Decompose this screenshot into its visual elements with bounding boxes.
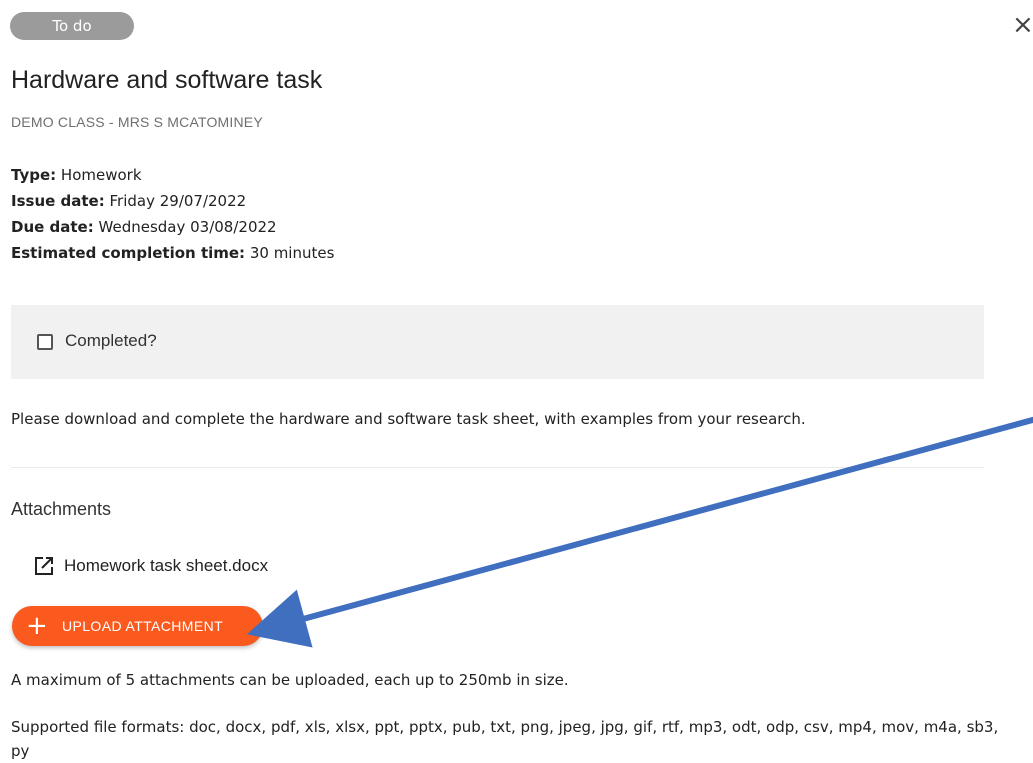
meta-due-date: Due date: Wednesday 03/08/2022 (11, 214, 334, 240)
meta-issue-date-label: Issue date: (11, 192, 105, 210)
meta-issue-date-value: Friday 29/07/2022 (109, 192, 247, 210)
divider (11, 467, 984, 468)
attachments-heading: Attachments (11, 499, 112, 519)
attachment-link[interactable]: Homework task sheet.docx (33, 555, 268, 577)
upload-attachment-label: UPLOAD ATTACHMENT (62, 618, 224, 634)
task-title: Hardware and software task (11, 66, 323, 94)
plus-icon: + (26, 611, 48, 641)
class-name: DEMO CLASS - MRS S MCATOMINEY (11, 114, 263, 130)
meta-issue-date: Issue date: Friday 29/07/2022 (11, 188, 334, 214)
meta-type-value: Homework (60, 166, 142, 184)
close-button[interactable]: × (1012, 12, 1033, 38)
external-link-icon (33, 555, 55, 577)
status-badge: To do (10, 12, 134, 40)
upload-attachment-button[interactable]: + UPLOAD ATTACHMENT (12, 606, 263, 646)
meta-type: Type: Homework (11, 162, 334, 188)
upload-limit-text: A maximum of 5 attachments can be upload… (11, 671, 569, 689)
attachment-name[interactable]: Homework task sheet.docx (64, 556, 268, 576)
meta-estimated-time-label: Estimated completion time: (11, 244, 246, 262)
meta-due-date-label: Due date: (11, 218, 94, 236)
close-icon: × (1012, 10, 1033, 40)
task-description: Please download and complete the hardwar… (11, 410, 806, 428)
meta-estimated-time: Estimated completion time: 30 minutes (11, 240, 334, 266)
completed-checkbox[interactable] (37, 334, 53, 350)
meta-type-label: Type: (11, 166, 57, 184)
task-meta: Type: Homework Issue date: Friday 29/07/… (11, 162, 334, 266)
completed-toggle[interactable]: Completed? (11, 305, 984, 379)
supported-formats-text: Supported file formats: doc, docx, pdf, … (11, 718, 999, 760)
meta-due-date-value: Wednesday 03/08/2022 (98, 218, 277, 236)
completed-label: Completed? (65, 331, 157, 350)
meta-estimated-time-value: 30 minutes (249, 244, 335, 262)
